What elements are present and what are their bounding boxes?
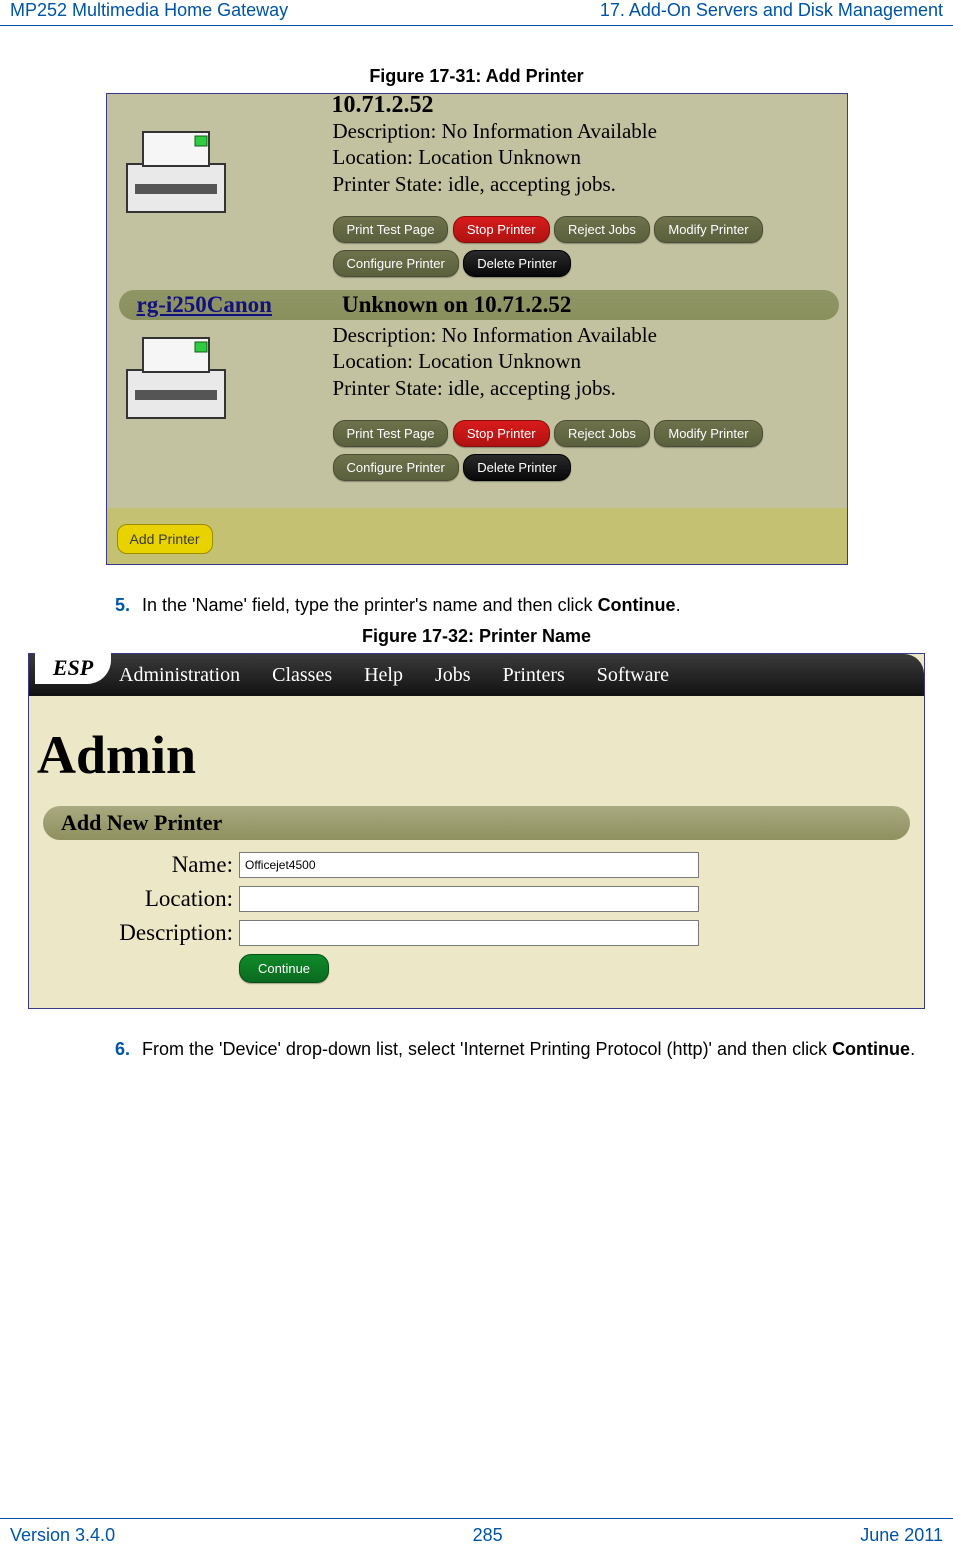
add-printer-button[interactable]: Add Printer [117, 524, 213, 554]
cups-manage-printers: 10.71.2.52 Description: No Information A… [106, 93, 848, 565]
printer-loc: Location: Location Unknown [333, 144, 657, 170]
continue-button[interactable]: Continue [239, 954, 329, 983]
tab-help[interactable]: Help [364, 664, 403, 687]
stop-printer-button[interactable]: Stop Printer [453, 216, 550, 243]
figure-caption-32: Figure 17-32: Printer Name [25, 626, 928, 647]
reject-jobs-button[interactable]: Reject Jobs [554, 216, 650, 243]
print-test-button[interactable]: Print Test Page [333, 216, 449, 243]
name-label: Name: [29, 852, 239, 878]
printer-state: Printer State: idle, accepting jobs. [333, 171, 657, 197]
add-printer-form: Name: Location: Description: Continue [29, 848, 924, 983]
step-5: 5. In the 'Name' field, type the printer… [115, 595, 928, 616]
printer-ip-heading: 10.71.2.52 [332, 93, 434, 119]
admin-title: Admin [37, 724, 924, 786]
location-label: Location: [29, 886, 239, 912]
page-footer: Version 3.4.0 285 June 2011 [0, 1518, 953, 1546]
printer-info-2: Description: No Information Available Lo… [333, 322, 657, 401]
footer-date: June 2011 [860, 1525, 943, 1546]
cups-tabbar: Administration Classes Help Jobs Printer… [29, 654, 924, 696]
printer-unknown-label: Unknown on 10.71.2.52 [342, 292, 571, 318]
modify-printer-button[interactable]: Modify Printer [654, 216, 762, 243]
delete-printer-button[interactable]: Delete Printer [463, 454, 570, 481]
header-left: MP252 Multimedia Home Gateway [10, 0, 288, 21]
printer-desc: Description: No Information Available [333, 118, 657, 144]
printer-icon [121, 126, 231, 226]
step-5-text: In the 'Name' field, type the printer's … [142, 595, 681, 616]
reject-jobs-button[interactable]: Reject Jobs [554, 420, 650, 447]
description-label: Description: [29, 920, 239, 946]
delete-printer-button[interactable]: Delete Printer [463, 250, 570, 277]
footer-pagenum: 285 [473, 1525, 503, 1546]
cups-add-printer: ESP Administration Classes Help Jobs Pri… [28, 653, 925, 1009]
figure-caption-31: Figure 17-31: Add Printer [25, 66, 928, 87]
tab-administration[interactable]: Administration [119, 664, 240, 687]
printer-info-1: Description: No Information Available Lo… [333, 118, 657, 197]
printer-state: Printer State: idle, accepting jobs. [333, 375, 657, 401]
printer-row-heading: rg-i250Canon Unknown on 10.71.2.52 [119, 290, 839, 320]
add-new-printer-bar: Add New Printer [43, 806, 910, 840]
tab-classes[interactable]: Classes [272, 664, 332, 687]
esp-logo: ESP [35, 652, 111, 684]
step-5-number: 5. [115, 595, 130, 616]
printer-icon [121, 332, 231, 432]
stop-printer-button[interactable]: Stop Printer [453, 420, 550, 447]
configure-printer-button[interactable]: Configure Printer [333, 454, 459, 481]
tab-jobs[interactable]: Jobs [435, 664, 471, 687]
page-header: MP252 Multimedia Home Gateway 17. Add-On… [0, 0, 953, 26]
printer-buttons-row2b: Configure Printer Delete Printer [333, 454, 571, 481]
step-6: 6. From the 'Device' drop-down list, sel… [115, 1039, 928, 1060]
printer-buttons-row1b: Configure Printer Delete Printer [333, 250, 571, 277]
step-6-text: From the 'Device' drop-down list, select… [142, 1039, 915, 1060]
configure-printer-button[interactable]: Configure Printer [333, 250, 459, 277]
printer-link[interactable]: rg-i250Canon [137, 292, 272, 318]
print-test-button[interactable]: Print Test Page [333, 420, 449, 447]
printer-buttons-row1a: Print Test Page Stop Printer Reject Jobs… [333, 216, 763, 243]
printer-loc: Location: Location Unknown [333, 348, 657, 374]
highlight-strip [107, 508, 847, 564]
description-input[interactable] [239, 920, 699, 946]
step-6-number: 6. [115, 1039, 130, 1060]
header-right: 17. Add-On Servers and Disk Management [600, 0, 943, 21]
modify-printer-button[interactable]: Modify Printer [654, 420, 762, 447]
tab-printers[interactable]: Printers [503, 664, 565, 687]
footer-version: Version 3.4.0 [10, 1525, 115, 1546]
printer-desc: Description: No Information Available [333, 322, 657, 348]
name-input[interactable] [239, 852, 699, 878]
tab-software[interactable]: Software [597, 664, 669, 687]
location-input[interactable] [239, 886, 699, 912]
printer-buttons-row2a: Print Test Page Stop Printer Reject Jobs… [333, 420, 763, 447]
